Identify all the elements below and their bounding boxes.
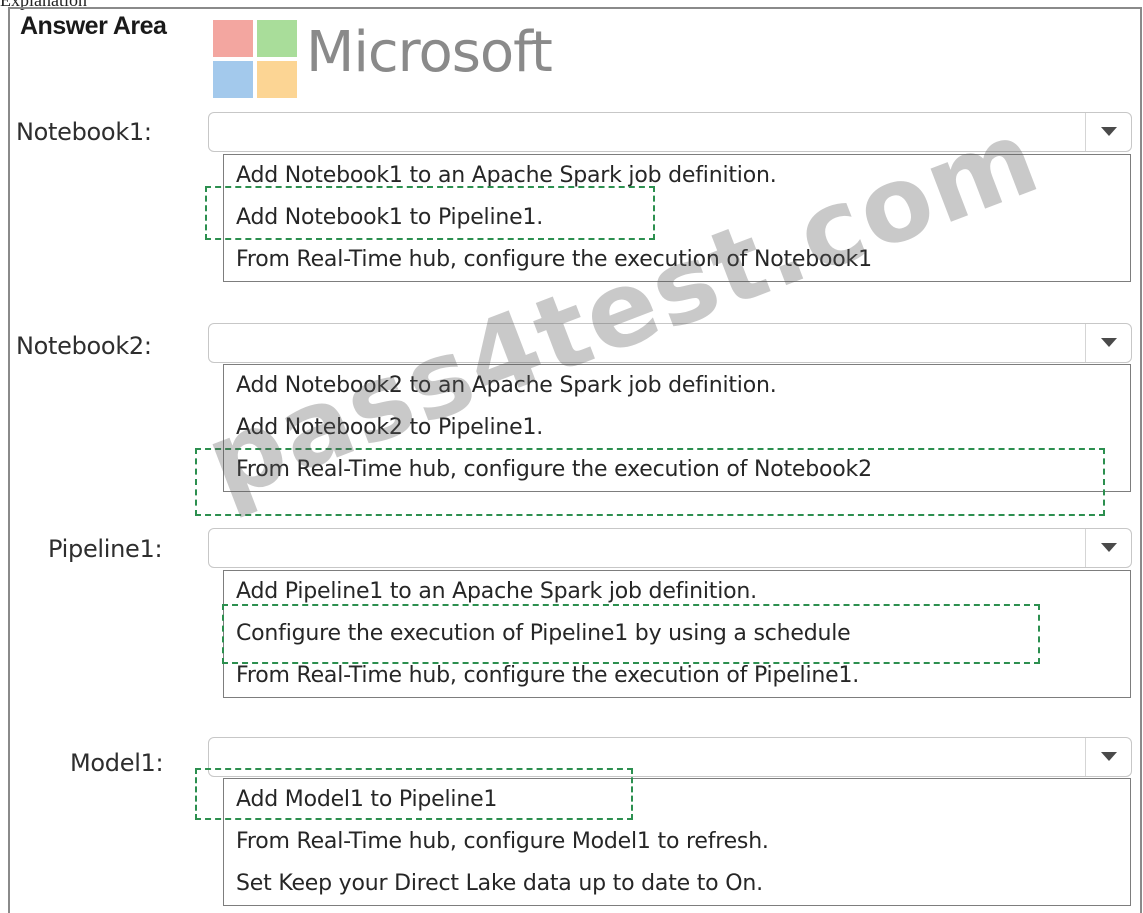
pipeline1-dropdown[interactable]	[208, 528, 1132, 568]
selected-answer-highlight	[222, 604, 1040, 664]
option-item[interactable]: From Real-Time hub, configure Model1 to …	[224, 821, 1130, 863]
selected-answer-highlight	[195, 768, 633, 820]
model1-label: Model1:	[70, 749, 164, 777]
microsoft-logo-icon	[213, 20, 297, 98]
microsoft-logo-text: Microsoft	[306, 20, 553, 85]
notebook1-label: Notebook1:	[16, 118, 152, 146]
chevron-down-icon[interactable]	[1085, 529, 1131, 567]
chevron-down-icon[interactable]	[1085, 324, 1131, 362]
option-item[interactable]: Set Keep your Direct Lake data up to dat…	[224, 863, 1130, 905]
notebook2-label: Notebook2:	[16, 332, 152, 360]
chevron-down-icon[interactable]	[1085, 113, 1131, 151]
chevron-down-icon[interactable]	[1085, 738, 1131, 776]
pipeline1-label: Pipeline1:	[48, 535, 163, 563]
selected-answer-highlight	[205, 186, 655, 240]
answer-area-title: Answer Area	[20, 12, 167, 40]
